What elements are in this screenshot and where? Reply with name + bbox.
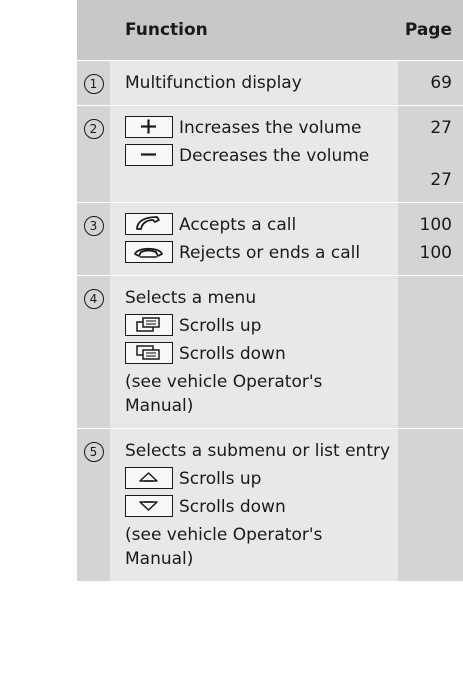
- header-function: Function: [110, 0, 398, 61]
- page-number: 69: [430, 73, 452, 93]
- circled-number-3: 3: [83, 216, 104, 236]
- menu-scroll-up-icon: [125, 314, 173, 336]
- function-text: (see vehicle Operator's Manual): [125, 372, 323, 416]
- plus-key-icon: [125, 116, 173, 138]
- function-line: Scrolls up: [125, 314, 392, 338]
- phone-end-icon: [125, 241, 173, 263]
- function-text: Scrolls up: [179, 316, 262, 336]
- row-number: 3: [77, 202, 110, 276]
- function-text: (see vehicle Operator's Manual): [125, 525, 323, 569]
- function-text: Scrolls down: [179, 344, 286, 364]
- function-line: Scrolls up: [125, 467, 392, 491]
- function-cell: Selects a submenu or list entry Scrolls …: [110, 428, 398, 581]
- function-line: Increases the volume: [125, 116, 392, 140]
- function-text: Scrolls up: [179, 469, 262, 489]
- function-cell: Multifunction display: [110, 60, 398, 106]
- function-table: Function Page 1 Multifunction display 69: [77, 0, 463, 581]
- circled-number-1: 1: [83, 74, 104, 94]
- function-cell: Increases the volume Decreases the volum…: [110, 105, 398, 203]
- table-header-row: Function Page: [77, 0, 463, 61]
- circled-number-2: 2: [83, 119, 104, 139]
- phone-accept-icon: [125, 213, 173, 235]
- function-line: Decreases the volume: [125, 144, 392, 168]
- function-line: Scrolls down: [125, 342, 392, 366]
- arrow-up-key-icon: [125, 467, 173, 489]
- function-cell: Selects a menu Scrolls up Scrolls down (…: [110, 275, 398, 429]
- header-page: Page: [398, 0, 463, 61]
- arrow-down-key-icon: [125, 495, 173, 517]
- function-text: Scrolls down: [179, 497, 286, 517]
- table-row: 4 Selects a menu Scrolls up Scrolls down…: [77, 275, 463, 429]
- function-line: Accepts a call: [125, 213, 392, 237]
- function-text: Multifunction display: [125, 73, 302, 93]
- table-row: 1 Multifunction display 69: [77, 60, 463, 106]
- page-number: 27: [430, 118, 452, 138]
- function-text: Decreases the volume: [179, 146, 370, 166]
- table-row: 5 Selects a submenu or list entry Scroll…: [77, 428, 463, 581]
- page-cell: [398, 275, 463, 429]
- page: Function Page 1 Multifunction display 69: [0, 0, 463, 689]
- page-number: 27: [430, 170, 452, 190]
- circled-number-5: 5: [83, 442, 104, 462]
- function-cell: Accepts a call Rejects or ends a call: [110, 202, 398, 276]
- function-line: Rejects or ends a call: [125, 241, 392, 265]
- page-number: 100: [419, 215, 452, 235]
- page-cell: 100 100: [398, 202, 463, 276]
- function-line: Scrolls down: [125, 495, 392, 519]
- function-text: Rejects or ends a call: [179, 243, 361, 263]
- function-text: Increases the volume: [179, 118, 362, 138]
- row-number: 2: [77, 105, 110, 203]
- circled-number-4: 4: [83, 289, 104, 309]
- function-text: Selects a submenu or list entry: [125, 441, 391, 461]
- page-number: 100: [419, 243, 452, 263]
- table-row: 2 Increases the volume Decreases the vol…: [77, 105, 463, 203]
- row-number: 1: [77, 60, 110, 106]
- minus-key-icon: [125, 144, 173, 166]
- table-row: 3 Accepts a call Rejects or ends a call …: [77, 202, 463, 276]
- page-cell: 27 27: [398, 105, 463, 203]
- row-number: 4: [77, 275, 110, 429]
- menu-scroll-down-icon: [125, 342, 173, 364]
- page-cell: [398, 428, 463, 581]
- function-text: Selects a menu: [125, 288, 257, 308]
- header-number-cell: [77, 0, 110, 61]
- page-cell: 69: [398, 60, 463, 106]
- function-text: Accepts a call: [179, 215, 297, 235]
- row-number: 5: [77, 428, 110, 581]
